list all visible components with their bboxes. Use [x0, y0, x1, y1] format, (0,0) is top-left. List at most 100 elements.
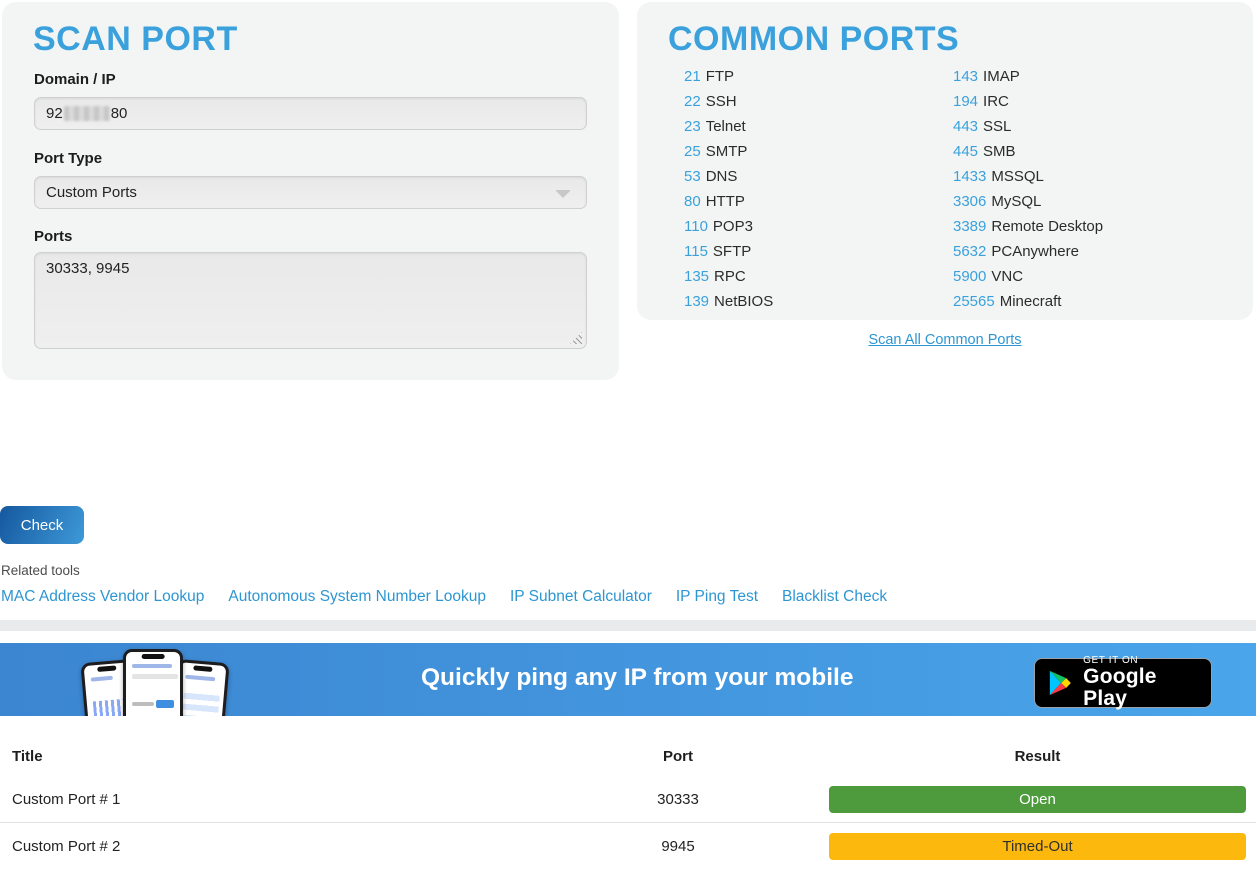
common-port-item[interactable]: 445 SMB [953, 139, 1103, 164]
common-port-name: IMAP [983, 68, 1020, 85]
related-tool-link[interactable]: IP Ping Test [676, 588, 758, 606]
related-tools-links: MAC Address Vendor Lookup Autonomous Syst… [1, 588, 887, 606]
related-tool-link[interactable]: Blacklist Check [782, 588, 887, 606]
common-port-number[interactable]: 443 [953, 118, 978, 135]
common-port-item[interactable]: 1433 MSSQL [953, 164, 1103, 189]
common-port-number[interactable]: 135 [684, 268, 709, 285]
common-port-name: FTP [706, 68, 734, 85]
common-port-item[interactable]: 23 Telnet [684, 114, 773, 139]
common-port-number[interactable]: 25565 [953, 293, 995, 310]
common-port-number[interactable]: 25 [684, 143, 701, 160]
related-tool-link[interactable]: MAC Address Vendor Lookup [1, 588, 204, 606]
google-play-badge[interactable]: GET IT ON Google Play [1034, 658, 1212, 708]
common-port-name: MSSQL [991, 168, 1044, 185]
related-tool-link[interactable]: IP Subnet Calculator [510, 588, 652, 606]
table-row: Custom Port # 29945Timed-Out [0, 823, 1256, 870]
common-port-name: NetBIOS [714, 293, 773, 310]
common-port-number[interactable]: 5632 [953, 243, 986, 260]
common-ports-column-left: 21 FTP 22 SSH 23 Telnet 25 SMTP 53DNS 80 HTTP 110PO… [684, 64, 773, 314]
header-port: Port [558, 748, 798, 765]
common-port-name: SMB [983, 143, 1016, 160]
common-port-item[interactable]: 443 SSL [953, 114, 1103, 139]
related-tools-heading: Related tools [1, 563, 80, 578]
common-port-number[interactable]: 110 [684, 218, 708, 235]
domain-ip-redacted-segment [64, 106, 110, 121]
table-row: Custom Port # 130333Open [0, 776, 1256, 823]
scan-all-wrap: Scan All Common Ports [637, 331, 1253, 349]
resize-handle-icon[interactable] [570, 332, 582, 344]
ports-label: Ports [34, 228, 72, 245]
common-port-number[interactable]: 139 [684, 293, 709, 310]
phone-mockups-image [85, 649, 247, 716]
common-port-name: PCAnywhere [991, 243, 1079, 260]
common-port-item[interactable]: 25565Minecraft [953, 289, 1103, 314]
common-ports-panel: COMMON PORTS 21FTP22SSH23Telnet25SMTP53D… [637, 2, 1253, 320]
scan-all-common-ports-link[interactable]: Scan All Common Ports [868, 332, 1021, 348]
common-port-name: RPC [714, 268, 746, 285]
status-badge: Open [829, 786, 1246, 813]
common-port-name: Telnet [706, 118, 746, 135]
section-divider [0, 620, 1256, 631]
common-port-item[interactable]: 115 SFTP [684, 239, 773, 264]
common-port-number[interactable]: 21 [684, 68, 701, 85]
common-port-item[interactable]: 80 HTTP [684, 189, 773, 214]
common-port-item[interactable]: 21 FTP [684, 64, 773, 89]
common-port-name: MySQL [991, 193, 1041, 210]
badge-google-play-text: Google Play [1083, 666, 1198, 710]
result-title-cell: Custom Port # 2 [0, 838, 558, 855]
domain-ip-value-suffix: 80 [111, 105, 128, 122]
common-ports-column-right: 143 IMAP 194 IRC 443 SSL 445 SMB 1433 MSSQL 3306 My… [953, 64, 1103, 314]
mobile-app-banner: Quickly ping any IP from your mobile GET… [0, 643, 1256, 716]
common-port-number[interactable]: 23 [684, 118, 701, 135]
header-result: Result [798, 748, 1256, 765]
common-port-number[interactable]: 22 [684, 93, 701, 110]
common-port-item[interactable]: 3306 MySQL [953, 189, 1103, 214]
header-title: Title [0, 748, 558, 765]
common-port-item[interactable]: 25 SMTP [684, 139, 773, 164]
check-button[interactable]: Check [0, 506, 84, 544]
chevron-down-icon [555, 190, 571, 198]
scan-port-title: SCAN PORT [33, 20, 238, 59]
common-port-item[interactable]: 143 IMAP [953, 64, 1103, 89]
common-port-number[interactable]: 194 [953, 93, 978, 110]
result-cell: Open [798, 786, 1256, 813]
common-port-item[interactable]: 3389 Remote Desktop [953, 214, 1103, 239]
result-port-cell: 9945 [558, 838, 798, 855]
common-port-number[interactable]: 80 [684, 193, 701, 210]
port-type-label: Port Type [34, 150, 102, 167]
scan-port-panel: SCAN PORT Domain / IP 92 80 Port Type Cus… [2, 2, 619, 380]
common-port-name: VNC [991, 268, 1023, 285]
common-port-item[interactable]: 110POP3 [684, 214, 773, 239]
result-cell: Timed-Out [798, 833, 1256, 860]
common-port-name: Remote Desktop [991, 218, 1103, 235]
common-port-item[interactable]: 135 RPC [684, 264, 773, 289]
common-port-number[interactable]: 143 [953, 68, 978, 85]
common-port-name: SFTP [713, 243, 751, 260]
common-port-item[interactable]: 139 NetBIOS [684, 289, 773, 314]
common-port-item[interactable]: 5632 PCAnywhere [953, 239, 1103, 264]
common-port-item[interactable]: 53DNS [684, 164, 773, 189]
common-port-number[interactable]: 445 [953, 143, 978, 160]
related-tool-link[interactable]: Autonomous System Number Lookup [228, 588, 486, 606]
common-port-name: SSH [706, 93, 737, 110]
common-port-item[interactable]: 194 IRC [953, 89, 1103, 114]
common-port-item[interactable]: 5900 VNC [953, 264, 1103, 289]
domain-ip-input[interactable]: 92 80 [34, 97, 587, 130]
common-port-number[interactable]: 115 [684, 243, 708, 260]
phone-center-image [123, 649, 183, 716]
ports-textarea[interactable]: 30333, 9945 [34, 252, 587, 349]
common-port-name: SSL [983, 118, 1011, 135]
common-port-name: IRC [983, 93, 1009, 110]
common-port-number[interactable]: 3306 [953, 193, 986, 210]
common-port-number[interactable]: 1433 [953, 168, 986, 185]
common-port-number[interactable]: 53 [684, 168, 701, 185]
domain-ip-label: Domain / IP [34, 71, 116, 88]
common-port-name: SMTP [706, 143, 748, 160]
banner-headline: Quickly ping any IP from your mobile [421, 664, 853, 692]
common-port-number[interactable]: 5900 [953, 268, 986, 285]
common-port-name: HTTP [706, 193, 745, 210]
common-port-item[interactable]: 22 SSH [684, 89, 773, 114]
port-type-select[interactable]: Custom Ports [34, 176, 587, 209]
domain-ip-value-prefix: 92 [46, 105, 63, 122]
common-port-number[interactable]: 3389 [953, 218, 986, 235]
